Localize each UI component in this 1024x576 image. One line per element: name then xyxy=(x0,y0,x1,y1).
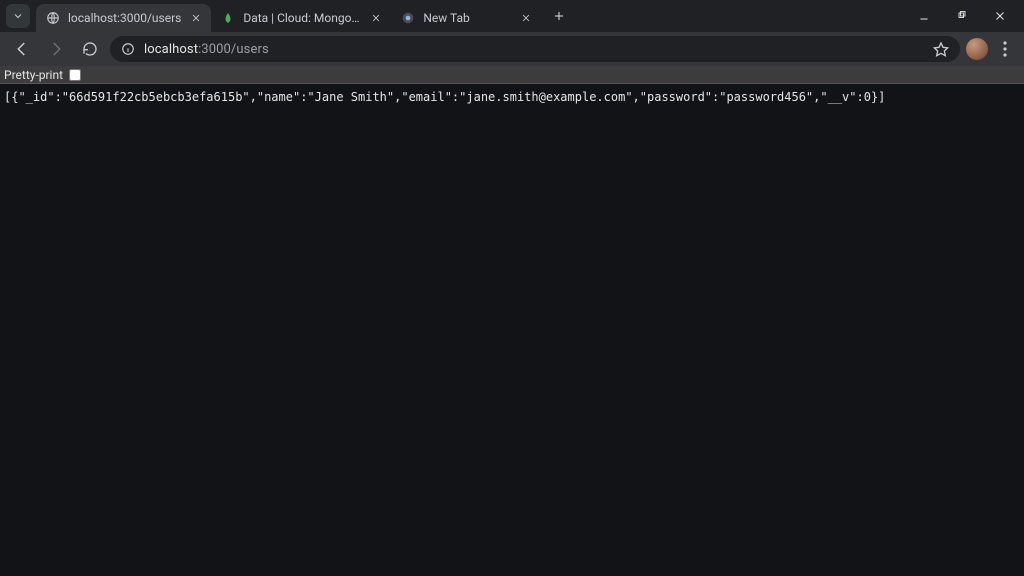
url-host: localhost xyxy=(144,42,198,57)
maximize-button[interactable] xyxy=(944,2,980,30)
pretty-print-bar: Pretty-print xyxy=(0,66,1024,84)
tab-new-tab[interactable]: New Tab xyxy=(391,4,541,32)
tab-title: Data | Cloud: MongoDB Cloud xyxy=(243,11,361,25)
pretty-print-checkbox[interactable] xyxy=(69,69,81,81)
tab-title: New Tab xyxy=(423,11,511,25)
tab-localhost-users[interactable]: localhost:3000/users xyxy=(36,4,211,32)
tab-mongodb-cloud[interactable]: Data | Cloud: MongoDB Cloud xyxy=(211,4,391,32)
tab-strip: localhost:3000/users Data | Cloud: Mongo… xyxy=(0,0,1024,32)
forward-button[interactable] xyxy=(42,35,70,63)
browser-window: localhost:3000/users Data | Cloud: Mongo… xyxy=(0,0,1024,576)
chrome-icon xyxy=(401,11,415,25)
address-bar[interactable]: localhost:3000/users xyxy=(110,36,960,62)
tab-title: localhost:3000/users xyxy=(68,11,181,25)
mongodb-leaf-icon xyxy=(221,11,235,25)
search-tabs-button[interactable] xyxy=(6,4,30,28)
minimize-button[interactable] xyxy=(906,2,942,30)
reload-button[interactable] xyxy=(76,35,104,63)
close-icon[interactable] xyxy=(189,11,203,25)
new-tab-button[interactable] xyxy=(547,4,571,28)
close-window-button[interactable] xyxy=(982,2,1018,30)
kebab-menu-icon[interactable] xyxy=(994,35,1016,63)
close-icon[interactable] xyxy=(519,11,533,25)
globe-icon xyxy=(46,11,60,25)
pretty-print-label: Pretty-print xyxy=(4,68,63,82)
back-button[interactable] xyxy=(8,35,36,63)
toolbar: localhost:3000/users xyxy=(0,32,1024,66)
bookmark-star-icon[interactable] xyxy=(932,40,950,58)
url-path: :3000/users xyxy=(198,42,269,57)
profile-avatar[interactable] xyxy=(966,38,988,60)
window-controls xyxy=(906,2,1018,30)
site-info-icon[interactable] xyxy=(120,41,136,57)
close-icon[interactable] xyxy=(369,11,383,25)
response-body: [{"_id":"66d591f22cb5ebcb3efa615b","name… xyxy=(0,84,1024,576)
url-text: localhost:3000/users xyxy=(144,42,924,57)
